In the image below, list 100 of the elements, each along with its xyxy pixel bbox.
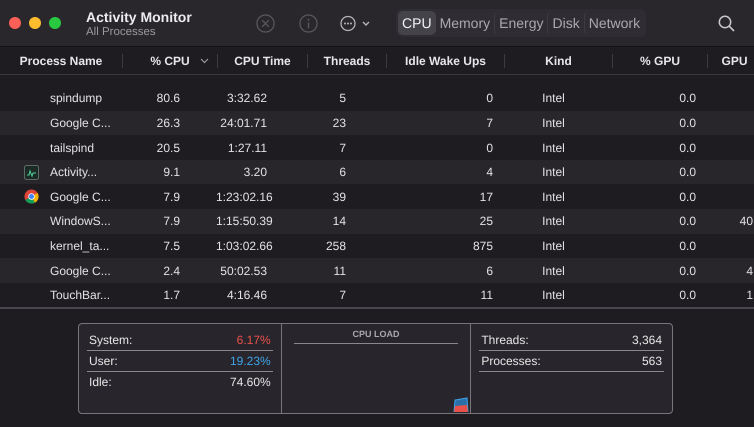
table-cell-text: Intel	[541, 91, 566, 106]
table-cell-text: 80.6	[156, 91, 181, 106]
tab[interactable]: Memory	[436, 11, 494, 36]
table-cell-text: 7	[485, 116, 494, 130]
tab[interactable]: Disk	[547, 11, 584, 36]
table-cell-text: 50:02.53	[219, 264, 268, 278]
cpu-load-sparkline	[453, 396, 470, 412]
tab[interactable]: CPU	[398, 11, 436, 36]
table-cell-text: 3.20	[242, 165, 268, 180]
process-name: Google C...	[50, 190, 112, 204]
window-subtitle: All Processes	[86, 26, 157, 38]
table-cell-text: 4:16.46	[226, 288, 268, 302]
table-cell-text: 0.0	[678, 140, 697, 155]
process-name: tailspind	[50, 140, 96, 155]
table-cell-text: 0	[485, 140, 494, 155]
process-name: WindowS...	[50, 214, 112, 228]
window-title: Activity Monitor	[86, 8, 193, 25]
table-cell-text: Intel	[541, 238, 566, 253]
table-cell-text: Intel	[541, 190, 566, 204]
table-cell-text: 0	[485, 91, 494, 106]
table-cell-text: 7.9	[162, 214, 181, 228]
stat-value: 19.23%	[230, 354, 271, 368]
table-cell-text: 0.0	[678, 264, 697, 278]
process-name: Google C...	[50, 264, 112, 278]
stat-label: User:	[89, 354, 118, 368]
column-header[interactable]: Kind	[504, 54, 612, 68]
table-cell-text: 7	[338, 288, 347, 302]
column-header[interactable]: Threads	[307, 54, 386, 68]
process-name: TouchBar...	[50, 288, 112, 302]
column-header[interactable]: Process Name	[0, 54, 122, 68]
zoom-button[interactable]	[49, 17, 61, 30]
table-cell-text: 25	[478, 214, 494, 228]
table-cell-text: 2.4	[162, 264, 181, 278]
table-cell-text: Intel	[541, 264, 566, 278]
column-header[interactable]: GPU	[707, 54, 754, 68]
table-cell-text: 3:32.62	[226, 91, 268, 106]
table-cell-text: 0.0	[678, 288, 697, 302]
table-cell-text: 6	[338, 165, 347, 180]
stat-label: Processes:	[481, 354, 541, 368]
table-cell-text: 9.1	[162, 165, 181, 180]
table-cell-text: Intel	[541, 288, 566, 302]
process-name: Activity...	[50, 165, 98, 180]
table-cell-text: 0.0	[678, 214, 697, 228]
table-cell-text: 24:01.71	[219, 116, 268, 130]
table-cell-text: 1:03:02.66	[216, 238, 274, 253]
table-cell-text: 1:23:02.16	[216, 190, 274, 204]
table-cell-text: 7.5	[162, 238, 181, 253]
table-cell-text: 1	[745, 288, 754, 302]
sort-chevron-icon	[200, 58, 209, 64]
table-cell-text: 20.5	[156, 140, 181, 155]
table-cell-text: 6	[485, 264, 494, 278]
stat-value: 74.60%	[230, 374, 271, 389]
table-cell-text: 17	[478, 190, 494, 204]
table-cell-text: 14	[332, 214, 347, 228]
table-cell-text: 4	[485, 165, 494, 180]
table-cell-text: 258	[324, 238, 347, 253]
process-name: spindump	[50, 91, 104, 106]
close-button[interactable]	[9, 17, 21, 30]
table-cell-text: 0.0	[678, 165, 697, 180]
search-icon[interactable]	[718, 14, 735, 32]
table-cell-text: 1:15:50.39	[216, 214, 274, 228]
stat-value: 6.17%	[236, 332, 271, 347]
stat-label: Idle:	[89, 374, 112, 389]
browser-icon	[24, 189, 38, 204]
stat-value: 3,364	[632, 332, 662, 347]
tab[interactable]: Network	[584, 11, 644, 36]
table-cell-text: 0.0	[678, 238, 697, 253]
table-cell-text: 40	[738, 214, 754, 228]
table-cell-text: 11	[480, 288, 494, 302]
table-cell-text: Intel	[541, 140, 566, 155]
table-cell-text: 1.7	[162, 288, 181, 302]
table-cell-text: 0.0	[678, 116, 697, 130]
table-cell-text: 5	[338, 91, 347, 106]
table-cell-text: Intel	[541, 116, 566, 130]
column-header[interactable]: % GPU	[612, 54, 707, 68]
column-header[interactable]: % CPU	[122, 54, 217, 68]
minimize-button[interactable]	[29, 17, 41, 30]
table-cell-text: 26.3	[156, 116, 181, 130]
table-cell-text: 11	[332, 264, 347, 278]
table-cell-text: 23	[332, 116, 347, 130]
table-cell-text: 39	[332, 190, 347, 204]
stat-value: 563	[642, 354, 662, 368]
stat-label: Threads:	[481, 332, 529, 347]
tab[interactable]: Energy	[494, 11, 548, 36]
table-cell-text: Intel	[541, 165, 566, 180]
chart-title: CPU LOAD	[294, 328, 458, 344]
column-header[interactable]: CPU Time	[217, 54, 307, 68]
table-cell-text: 7.9	[162, 190, 181, 204]
table-cell-text: Intel	[541, 214, 566, 228]
column-header[interactable]: Idle Wake Ups	[386, 54, 504, 68]
table-cell-text: 0.0	[678, 91, 697, 106]
monitor-icon	[24, 164, 38, 180]
table-cell-text: 875	[472, 238, 494, 253]
process-name: kernel_ta...	[50, 238, 110, 253]
table-cell-text: 4	[745, 264, 754, 278]
table-cell-text: 7	[338, 140, 347, 155]
process-name: Google C...	[50, 116, 112, 130]
table-cell-text: 1:27.11	[226, 140, 268, 155]
stat-label: System:	[89, 332, 132, 347]
table-cell-text: 0.0	[678, 190, 697, 204]
